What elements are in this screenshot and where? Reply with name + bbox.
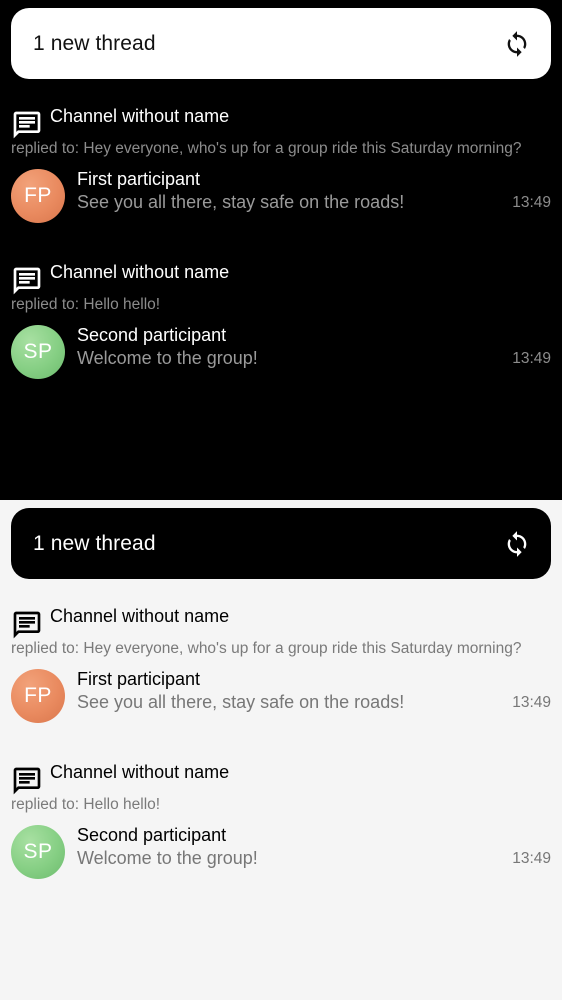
- message-text: See you all there, stay safe on the road…: [77, 192, 405, 212]
- author-name: Second participant: [77, 825, 227, 845]
- replied-to-text: replied to: Hey everyone, who's up for a…: [11, 640, 522, 657]
- refresh-icon[interactable]: [503, 30, 531, 58]
- channel-name: Channel without name: [50, 106, 230, 126]
- refresh-icon[interactable]: [503, 530, 531, 558]
- message-text: Welcome to the group!: [77, 348, 258, 368]
- thread-icon: [13, 267, 41, 295]
- new-thread-label: 1 new thread: [33, 31, 156, 55]
- author-name: First participant: [77, 169, 201, 189]
- timestamp: 13:49: [512, 850, 551, 867]
- thread-icon: [13, 611, 41, 639]
- message-text: Welcome to the group!: [77, 848, 258, 868]
- thread-icon: [13, 111, 41, 139]
- author-name: Second participant: [77, 325, 227, 345]
- channel-name: Channel without name: [50, 606, 230, 626]
- new-thread-banner[interactable]: 1 new thread: [11, 508, 551, 579]
- timestamp: 13:49: [512, 194, 551, 211]
- channel-name: Channel without name: [50, 262, 230, 282]
- timestamp: 13:49: [512, 694, 551, 711]
- new-thread-label: 1 new thread: [33, 531, 156, 555]
- avatar[interactable]: SP: [11, 825, 65, 879]
- thread-header: Channel without name: [11, 606, 230, 641]
- timestamp: 13:49: [512, 350, 551, 367]
- message-text: See you all there, stay safe on the road…: [77, 692, 405, 712]
- channel-name: Channel without name: [50, 762, 230, 782]
- thread-icon: [13, 767, 41, 795]
- avatar[interactable]: FP: [11, 669, 65, 723]
- avatar[interactable]: FP: [11, 169, 65, 223]
- replied-to-text: replied to: Hello hello!: [11, 796, 161, 813]
- thread-list-light: 1 new thread Channel without name replie…: [0, 500, 562, 1000]
- replied-to-text: replied to: Hey everyone, who's up for a…: [11, 140, 522, 157]
- thread-header: Channel without name: [11, 762, 230, 797]
- replied-to-text: replied to: Hello hello!: [11, 296, 161, 313]
- thread-list-dark: 1 new thread Channel without name replie…: [0, 0, 562, 500]
- author-name: First participant: [77, 669, 201, 689]
- thread-header: Channel without name: [11, 106, 230, 141]
- thread-header: Channel without name: [11, 262, 230, 297]
- new-thread-banner[interactable]: 1 new thread: [11, 8, 551, 79]
- avatar[interactable]: SP: [11, 325, 65, 379]
